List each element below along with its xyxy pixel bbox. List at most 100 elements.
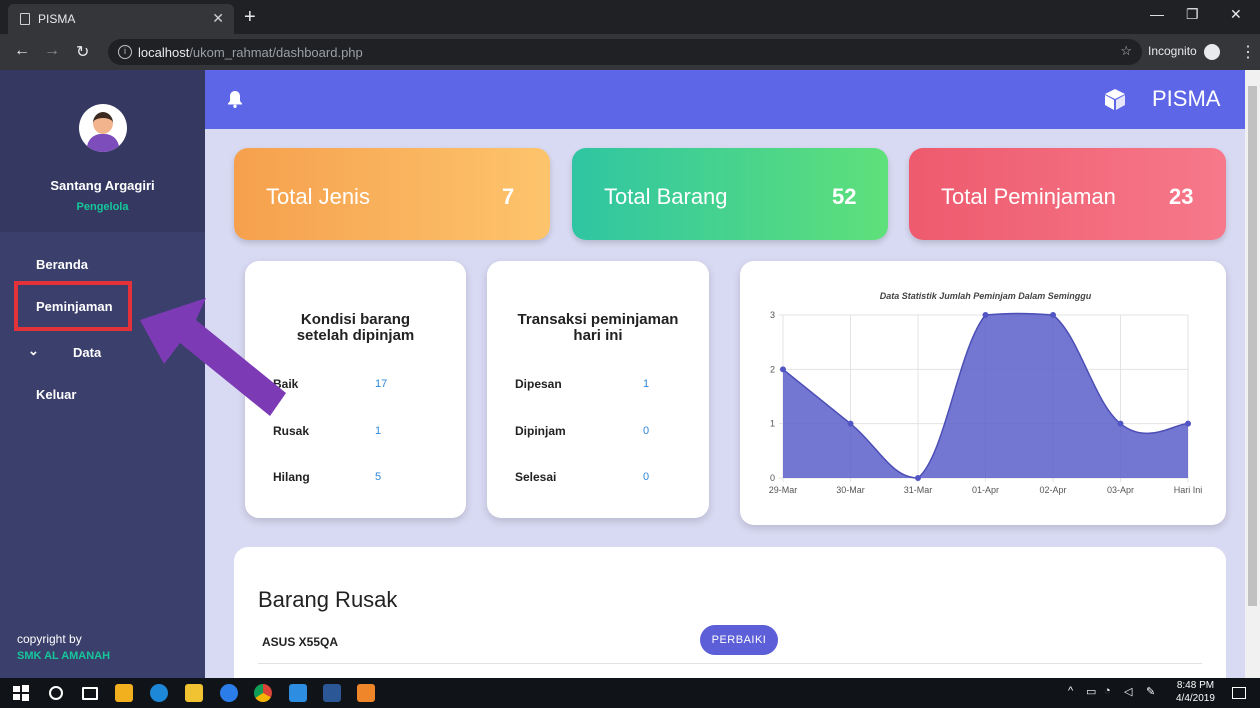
- bookmark-star-icon[interactable]: ☆: [1120, 43, 1132, 59]
- top-navbar: PISMA: [205, 70, 1245, 129]
- stat-value: 23: [1169, 184, 1194, 209]
- stat-value: 52: [832, 184, 857, 209]
- chart-title: Data Statistik Jumlah Peminjam Dalam Sem…: [880, 291, 1092, 301]
- stat-label: Total Peminjaman: [941, 184, 1116, 209]
- store-icon[interactable]: [115, 684, 133, 702]
- highlight-box: [14, 281, 132, 331]
- chrome-icon[interactable]: [254, 684, 272, 702]
- kondisi-label-hilang: Hilang: [273, 470, 310, 484]
- y-tick-label: 0: [770, 473, 775, 483]
- profile-panel: Santang Argagiri Pengelola: [0, 70, 205, 232]
- transaksi-value-dipinjam: 0: [643, 425, 650, 437]
- edge-icon[interactable]: [220, 684, 238, 702]
- user-name: Santang Argagiri: [50, 178, 155, 193]
- taskbar-clock[interactable]: 8:48 PM 4/4/2019: [1176, 679, 1215, 705]
- browser-titlebar: PISMA ✕ + — ❐ ✕: [0, 0, 1260, 34]
- tray-chevron-icon[interactable]: ^: [1068, 685, 1073, 697]
- x-tick-label: 03-Apr: [1107, 485, 1134, 495]
- copyright-label: copyright by: [17, 632, 82, 646]
- forward-icon[interactable]: →: [44, 42, 60, 60]
- transaksi-value-selesai: 0: [643, 471, 650, 483]
- x-tick-label: 31-Mar: [904, 485, 933, 495]
- stat-label: Total Barang: [604, 184, 728, 209]
- y-tick-label: 3: [770, 310, 775, 320]
- notifications-icon[interactable]: [1232, 687, 1246, 699]
- incognito-label: Incognito: [1148, 44, 1197, 59]
- pen-icon[interactable]: ✎: [1146, 685, 1155, 698]
- app-icon[interactable]: [150, 684, 168, 702]
- sidebar-item-beranda[interactable]: Beranda: [36, 257, 88, 272]
- user-role: Pengelola: [76, 201, 129, 213]
- clock-time: 8:48 PM: [1176, 680, 1215, 691]
- avatar: [78, 104, 127, 152]
- transaksi-value-dipesan: 1: [643, 378, 650, 390]
- x-tick-label: 29-Mar: [769, 485, 798, 495]
- maximize-icon[interactable]: ❐: [1186, 6, 1199, 23]
- browser-tab[interactable]: PISMA ✕: [8, 4, 234, 34]
- reload-icon[interactable]: ↻: [76, 42, 89, 62]
- annotation-arrow: [140, 298, 286, 416]
- x-tick-label: 30-Mar: [836, 485, 865, 495]
- clock-date: 4/4/2019: [1176, 693, 1215, 704]
- new-tab-button[interactable]: +: [244, 6, 256, 28]
- stat-value: 7: [502, 184, 515, 209]
- x-tick-label: Hari Ini: [1174, 485, 1203, 495]
- transaksi-label-dipesan: Dipesan: [515, 377, 562, 391]
- tab-close-icon[interactable]: ✕: [212, 10, 224, 27]
- taskbar: ^ ▭ ◔ ◁ ✎ 8:48 PM 4/4/2019: [0, 678, 1260, 708]
- copyright-org: SMK AL AMANAH: [17, 650, 111, 662]
- data-point: [915, 475, 921, 481]
- cube-icon: [1105, 89, 1125, 110]
- stat-card-total-jenis: Total Jenis 7: [234, 148, 550, 240]
- barang-rusak-item-name: ASUS X55QA: [262, 635, 339, 649]
- info-icon[interactable]: i: [118, 45, 132, 59]
- incognito-icon: [1204, 44, 1221, 60]
- browser-menu-icon[interactable]: ⋮: [1240, 42, 1256, 62]
- sublime-icon[interactable]: [357, 684, 375, 702]
- area-fill: [783, 313, 1188, 478]
- transaksi-title-line2: hari ini: [573, 327, 623, 344]
- wifi-icon[interactable]: ◔: [1104, 685, 1111, 697]
- kondisi-value-hilang: 5: [375, 471, 382, 483]
- stat-card-total-barang: Total Barang 52: [572, 148, 888, 240]
- x-tick-label: 01-Apr: [972, 485, 999, 495]
- file-explorer-icon[interactable]: [185, 684, 203, 702]
- data-point: [780, 366, 786, 373]
- barang-rusak-title: Barang Rusak: [258, 587, 398, 612]
- transaksi-title-line1: Transaksi peminjaman: [517, 311, 679, 328]
- page-icon: [20, 13, 30, 25]
- barang-rusak-card: Barang Rusak ASUS X55QA PERBAIKI: [234, 547, 1226, 678]
- url-path: /ukom_rahmat/dashboard.php: [189, 44, 363, 60]
- brand-name: PISMA: [1152, 86, 1221, 111]
- kondisi-value-baik: 17: [375, 378, 388, 390]
- windows-start-icon[interactable]: [12, 684, 30, 702]
- sidebar-item-keluar[interactable]: Keluar: [36, 387, 76, 402]
- url-host: localhost: [138, 44, 190, 60]
- search-icon[interactable]: [49, 686, 63, 700]
- sidebar-item-data[interactable]: Data: [73, 345, 101, 360]
- vscode-icon[interactable]: [289, 684, 307, 702]
- bell-icon[interactable]: [227, 90, 243, 108]
- divider: [258, 663, 1202, 664]
- close-window-icon[interactable]: ✕: [1230, 6, 1242, 23]
- perbaiki-button[interactable]: PERBAIKI: [700, 625, 778, 655]
- transaksi-card: Transaksi peminjaman hari ini Dipesan 1 …: [487, 261, 709, 518]
- address-bar[interactable]: i localhost/ukom_rahmat/dashboard.php ☆: [108, 39, 1142, 65]
- page-scrollbar[interactable]: [1245, 70, 1260, 678]
- tab-title: PISMA: [38, 12, 76, 26]
- line-chart: Data Statistik Jumlah Peminjam Dalam Sem…: [769, 291, 1203, 495]
- data-point: [847, 420, 854, 427]
- chevron-down-icon[interactable]: ⌄: [28, 343, 39, 359]
- back-icon[interactable]: ←: [14, 42, 30, 60]
- data-point: [982, 312, 989, 318]
- incognito-indicator: Incognito: [1148, 44, 1221, 60]
- data-point: [1185, 420, 1191, 427]
- y-tick-label: 1: [770, 419, 775, 429]
- volume-icon[interactable]: ◁: [1124, 685, 1132, 698]
- word-icon[interactable]: [323, 684, 341, 702]
- transaksi-label-selesai: Selesai: [515, 470, 557, 484]
- network-icon[interactable]: ▭: [1086, 685, 1096, 698]
- minimize-icon[interactable]: —: [1150, 6, 1164, 22]
- task-view-icon[interactable]: [82, 687, 98, 700]
- data-point: [1117, 420, 1124, 427]
